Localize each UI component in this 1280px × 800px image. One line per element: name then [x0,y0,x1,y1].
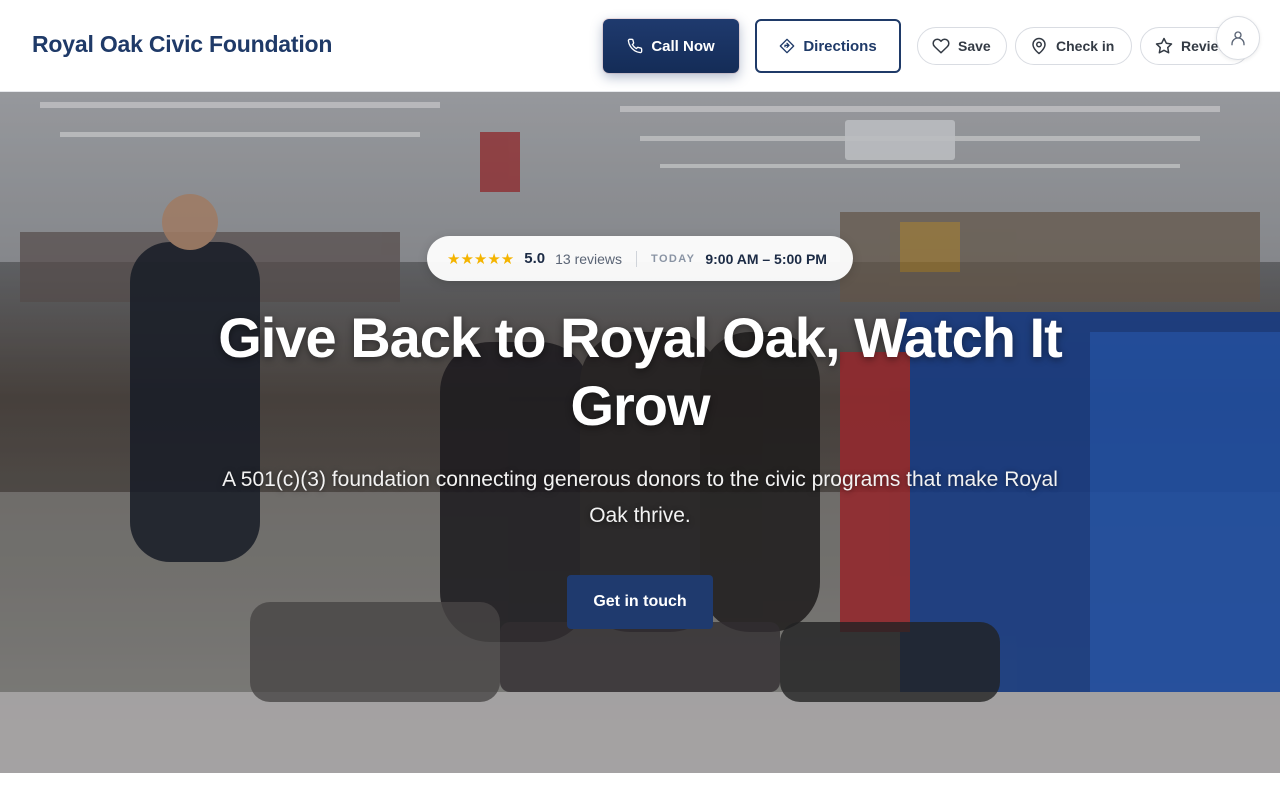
check-in-button[interactable]: Check in [1015,27,1132,65]
check-in-label: Check in [1056,38,1115,54]
rating-stars: ★★★★★ [447,250,515,268]
directions-button[interactable]: Directions [755,19,901,73]
star-icon [1155,37,1173,55]
hero-subtitle: A 501(c)(3) foundation connecting genero… [222,468,1058,527]
call-now-label: Call Now [651,37,715,55]
get-in-touch-button[interactable]: Get in touch [567,575,713,629]
hours-today: 9:00 AM – 5:00 PM [705,250,827,267]
directions-label: Directions [803,37,877,55]
phone-icon [627,38,643,54]
rating-hours-bar: ★★★★★ 5.0 13 reviews TODAY 9:00 AM – 5:0… [427,236,853,281]
today-label: TODAY [651,252,696,265]
hero-title: Give Back to Royal Oak, Watch It Grow [218,306,1063,437]
rating-value: 5.0 [524,250,546,267]
user-icon [1229,29,1247,47]
divider [636,250,638,267]
hero-section: ★★★★★ 5.0 13 reviews TODAY 9:00 AM – 5:0… [0,92,1280,773]
site-header: Royal Oak Civic Foundation Call Now Dire… [0,0,1280,92]
map-pin-icon [1030,37,1048,55]
heart-icon [932,37,950,55]
call-now-button[interactable]: Call Now [603,19,739,73]
save-label: Save [958,38,991,54]
account-button[interactable] [1216,16,1260,60]
brand-name[interactable]: Royal Oak Civic Foundation [32,31,332,58]
directions-icon [779,38,795,54]
review-count-link[interactable]: 13 reviews [555,251,622,267]
save-button[interactable]: Save [917,27,1007,65]
